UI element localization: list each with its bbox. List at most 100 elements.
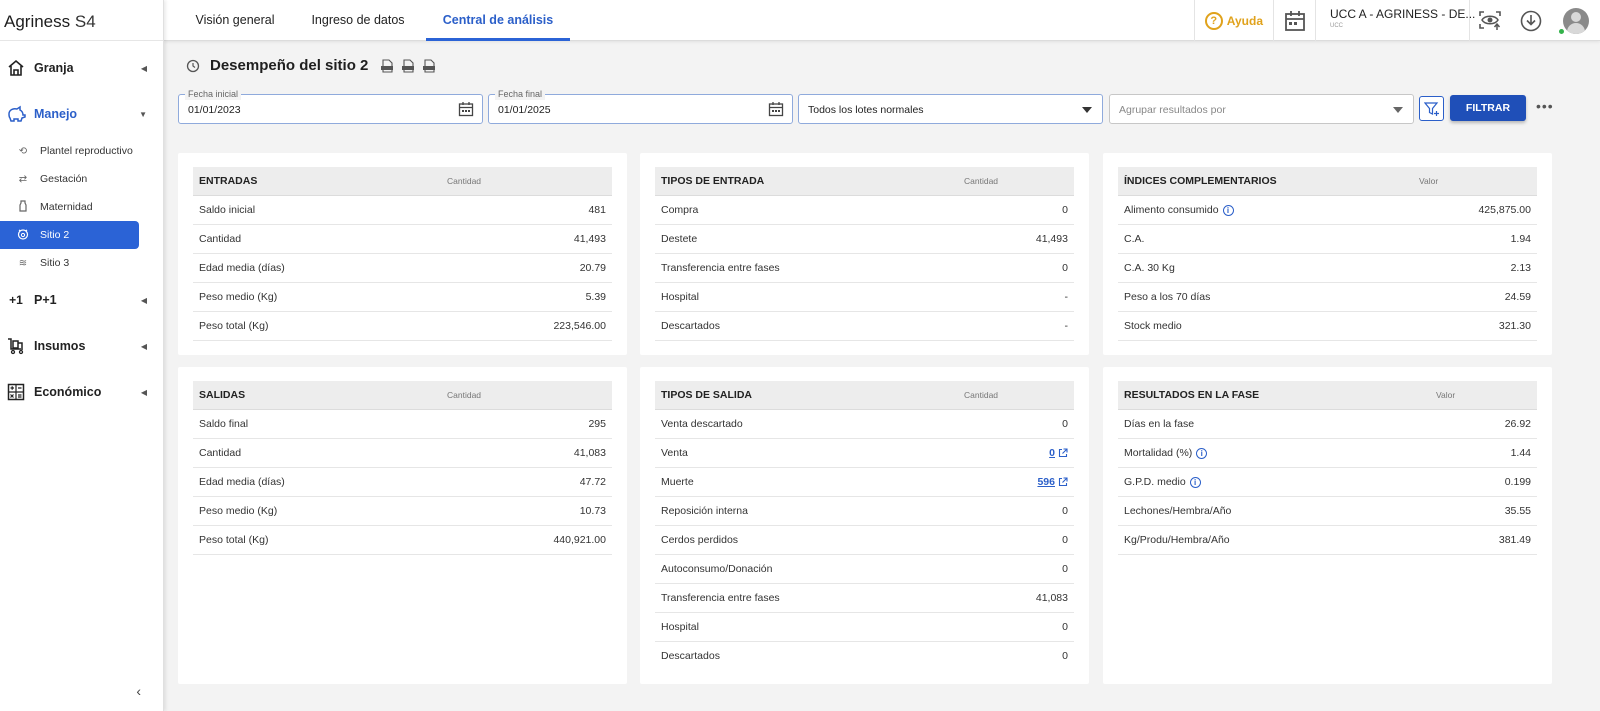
row-label: Autoconsumo/Donación [661,563,773,575]
table-header: TIPOS DE ENTRADA Cantidad [655,167,1074,196]
table-row: Cantidad 41,493 [193,225,612,254]
user-menu[interactable] [1552,0,1600,41]
row-label: Peso a los 70 días [1124,291,1211,303]
table-title: RESULTADOS EN LA FASE [1124,389,1260,401]
eye-frame-icon [1479,10,1501,30]
brand-suffix: S4 [74,12,96,31]
table-row: Stock medio 321.30 [1118,312,1537,341]
table-tipos-de-entrada: TIPOS DE ENTRADA Cantidad Compra 0 Destet… [655,167,1074,341]
bottle-icon [16,199,30,215]
filter-button[interactable]: FILTRAR [1450,95,1526,121]
table-row: Alimento consumido i 425,875.00 [1118,196,1537,225]
table-title: TIPOS DE ENTRADA [661,175,765,187]
row-label: Destete [661,233,698,245]
sidebar-group-label: Granja [34,61,74,75]
calendar-icon[interactable] [458,101,474,117]
row-label: Saldo final [199,418,249,430]
tab-vision-general[interactable]: Visión general [178,0,292,41]
brand-logo[interactable]: Agriness S4 [0,0,163,41]
brand-name: Agriness [4,12,71,31]
sidebar-group-manejo[interactable]: Manejo ▼ [0,91,163,137]
export-pdf-icon[interactable] [380,58,394,73]
row-value: 24.59 [1504,291,1531,303]
add-filter-button[interactable] [1419,96,1444,121]
table-row: Hospital 0 [655,613,1074,642]
top-bar: Visión general Ingreso de datos Central … [164,0,1600,41]
export-csv-icon[interactable] [401,58,415,73]
group-by-placeholder: Agrupar resultados por [1119,104,1226,116]
caret-left-icon: ◀ [140,341,147,351]
tab-ingreso-de-datos[interactable]: Ingreso de datos [298,0,418,41]
sidebar-group-insumos[interactable]: Insumos ◀ [0,323,163,369]
download-button[interactable] [1510,0,1552,41]
start-date-field[interactable]: Fecha inicial 01/01/2023 [178,89,483,124]
swap-icon: ⇄ [18,173,28,185]
row-label: Descartados [661,650,720,662]
chevron-down-icon [1082,107,1092,113]
history-icon[interactable] [186,59,200,73]
calendar-button[interactable] [1273,0,1315,41]
row-value: 0 [1062,650,1068,662]
download-circle-icon [1520,10,1542,31]
row-label: Cantidad [199,447,242,459]
table-resultados-en-la-fase: RESULTADOS EN LA FASE Valor Días en la f… [1118,381,1537,555]
table-header: SALIDAS Cantidad [193,381,612,410]
sidebar-group-p1[interactable]: +1 P+1 ◀ [0,277,163,323]
view-mode-button[interactable] [1470,0,1510,41]
end-date-field[interactable]: Fecha final 01/01/2025 [488,89,793,124]
company-selector[interactable]: UCC A - AGRINESS - DE... UCC [1315,0,1475,41]
info-icon[interactable]: i [1196,447,1208,459]
sidebar-group-granja[interactable]: Granja ◀ [0,45,163,91]
row-label: Edad media (días) [199,262,285,274]
sidebar-item-maternidad[interactable]: Maternidad [0,193,139,221]
row-value: 47.72 [579,476,606,488]
row-label: Kg/Produ/Hembra/Año [1124,534,1230,546]
question-icon: ? [1204,11,1223,30]
row-label: C.A. 30 Kg [1124,262,1175,274]
group-by-select[interactable]: Agrupar resultados por [1109,94,1414,124]
more-options-icon[interactable]: ••• [1536,98,1554,114]
card-indices-complementarios: ÍNDICES COMPLEMENTARIOS Valor Alimento c… [1103,153,1552,355]
row-label: Mortalidad (%) i [1124,447,1208,459]
row-label: Cantidad [199,233,242,245]
row-label: Peso medio (Kg) [199,505,278,517]
external-link-icon [1058,448,1068,458]
sidebar-item-gestacion[interactable]: ⇄ Gestación [0,165,139,193]
info-icon[interactable]: i [1189,476,1201,488]
caret-left-icon: ◀ [140,295,147,305]
row-label-text: Alimento consumido [1124,204,1219,216]
column-header: Valor [1436,390,1456,400]
row-value: - [1064,320,1069,332]
column-header: Valor [1419,176,1439,186]
column-header: Cantidad [447,390,482,400]
start-date-value: 01/01/2023 [188,104,241,116]
table-row: Saldo final 295 [193,410,612,439]
sidebar-item-plantel-reproductivo[interactable]: ⟲ Plantel reproductivo [0,137,139,165]
collapse-sidebar-icon[interactable]: ‹ [136,683,141,699]
help-button[interactable]: ? Ayuda [1193,0,1273,41]
company-subtitle: UCC [1330,23,1343,29]
row-value: 20.79 [579,262,606,274]
row-label-text: G.P.D. medio [1124,476,1186,488]
row-value: 2.13 [1510,262,1531,274]
row-value: 0 [1062,534,1068,546]
row-label: Edad media (días) [199,476,285,488]
muerte-link[interactable]: 596 [1037,476,1068,488]
row-label: Stock medio [1124,320,1182,332]
info-icon[interactable]: i [1222,204,1234,216]
table-header: TIPOS DE SALIDA Cantidad [655,381,1074,410]
sidebar-item-sitio-3[interactable]: ≋ Sitio 3 [0,249,139,277]
lots-select[interactable]: Todos los lotes normales [798,94,1103,124]
sidebar-item-sitio-2[interactable]: Sitio 2 [0,221,139,249]
tab-central-de-analisis[interactable]: Central de análisis [426,0,570,41]
table-row: Autoconsumo/Donación 0 [655,555,1074,584]
table-title: ÍNDICES COMPLEMENTARIOS [1124,175,1277,187]
venta-link[interactable]: 0 [1049,447,1068,459]
export-xlsx-icon[interactable] [422,58,436,73]
card-entradas: ENTRADAS Cantidad Saldo inicial 481 Canti… [178,153,627,355]
table-row: Cerdos perdidos 0 [655,526,1074,555]
calendar-icon[interactable] [768,101,784,117]
table-row: Transferencia entre fases 41,083 [655,584,1074,613]
sidebar-group-economico[interactable]: Económico ◀ [0,369,163,415]
caret-left-icon: ◀ [140,387,147,397]
